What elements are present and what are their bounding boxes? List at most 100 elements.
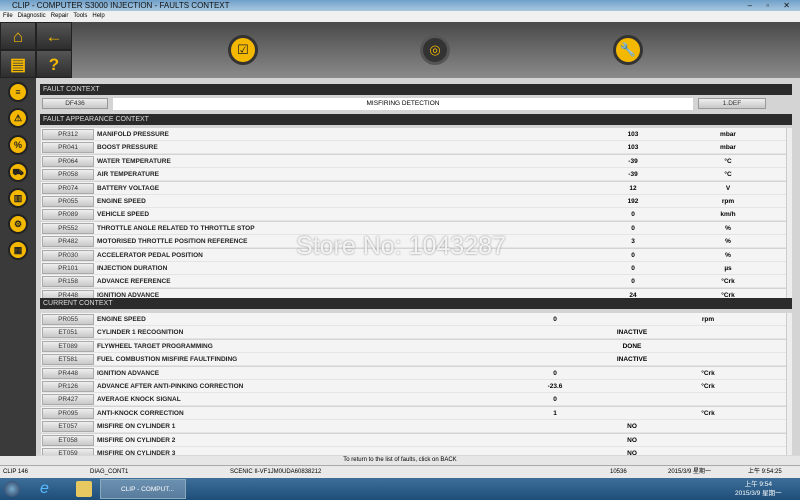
parameter-state: INACTIVE [616,329,648,337]
vehicle-icon[interactable]: ⛟ [8,162,28,182]
parameter-code-button[interactable]: ET057 [42,421,94,433]
parameter-state: NO [627,423,637,431]
window-controls[interactable]: – ▫ ✕ [748,0,796,11]
parameter-code-button[interactable]: ET058 [42,434,94,446]
parameter-code-button[interactable]: PR448 [42,289,94,298]
parameter-unit: °C [724,171,732,179]
diagnostic-icon[interactable]: ◎ [420,35,450,65]
tools-icon[interactable]: ⚙ [8,214,28,234]
clock-date: 2015/3/9 星期一 [735,490,782,497]
checklist-icon[interactable]: ☑ [228,35,258,65]
table-row: PR089 VEHICLE SPEED 0 km/h [41,208,786,222]
parameter-value: 0 [631,211,635,219]
menu-diagnostic[interactable]: Diagnostic [18,13,46,19]
parameter-code-button[interactable]: PR101 [42,263,94,274]
parameter-code-button[interactable]: PR552 [42,222,94,234]
clock[interactable]: 上午 9:54 2015/3/9 星期一 [735,480,782,498]
watermark: Store No: 1043287 [296,232,506,260]
sidebar: ⌂ ← ▤ ? ≡ ⚠ % ⛟ ▥ ⚙ ▦ [0,22,72,465]
current-scrollbar[interactable] [786,313,792,455]
back-button[interactable]: ← [36,22,72,50]
parameter-value: -39 [628,171,638,179]
parameter-unit: °Crk [721,291,735,298]
parameter-code-button[interactable]: PR030 [42,249,94,261]
parameter-code-button[interactable]: PR482 [42,236,94,248]
current-context-header: CURRENT CONTEXT [40,298,792,309]
barcode-icon[interactable]: ▦ [8,240,28,260]
table-row: PR126 ADVANCE AFTER ANTI-PINKING CORRECTI… [41,380,786,393]
toolbar: ☑ ◎ 🔧 [72,22,800,78]
table-row: ET057 MISFIRE ON CYLINDER 1 NO [41,420,786,434]
appearance-scrollbar[interactable] [786,128,792,298]
parameter-value: 3 [631,238,635,246]
parameter-unit: °C [724,157,732,165]
parameter-code-button[interactable]: ET089 [42,340,94,352]
parameter-value: 0 [631,265,635,272]
help-button[interactable]: ? [36,50,72,78]
manual-icon[interactable]: ▥ [8,188,28,208]
table-row: PR041 BOOST PRESSURE 103 mbar [41,141,786,155]
fault-status-button[interactable]: 1.DEF [698,98,766,109]
parameter-unit: km/h [720,211,736,219]
fault-description: MISFIRING DETECTION [113,98,693,110]
parameter-code-button[interactable]: PR095 [42,407,94,419]
document-icon[interactable]: ≡ [8,82,28,102]
parameter-unit: rpm [701,316,715,323]
parameter-value: 0 [631,224,635,232]
status-bar: CLIP 146 DIAG_CONT1 SCENIC II-VF1JM0UDA6… [0,465,800,478]
parameter-unit: µs [724,265,732,272]
parameter-unit: rpm [721,198,735,205]
parameter-value: 24 [629,291,637,298]
parameter-name: CYLINDER 1 RECOGNITION [97,329,184,337]
parameter-code-button[interactable]: PR427 [42,394,94,406]
parameter-code-button[interactable]: PR126 [42,381,94,392]
parameter-code-button[interactable]: PR074 [42,182,94,194]
parameter-code-button[interactable]: PR055 [42,314,94,325]
parameter-code-button[interactable]: PR158 [42,276,94,288]
appearance-list: PR312 MANIFOLD PRESSURE 103 mbar PR041 BOOST … [36,128,800,298]
parameter-code-button[interactable]: PR055 [42,196,94,207]
parameter-name: INJECTION DURATION [97,265,168,272]
parameter-name: MISFIRE ON CYLINDER 3 [97,450,176,455]
parameter-name: MOTORISED THROTTLE POSITION REFERENCE [97,238,248,246]
start-button[interactable] [4,481,20,497]
table-row: PR448 IGNITION ADVANCE 24 °Crk [41,288,786,298]
print-button[interactable]: ▤ [0,50,36,78]
warning-icon[interactable]: ⚠ [8,108,28,128]
home-button[interactable]: ⌂ [0,22,36,50]
parameter-code-button[interactable]: PR064 [42,155,94,167]
menu-repair[interactable]: Repair [51,13,69,19]
parameter-code-button[interactable]: ET059 [42,448,94,455]
main-panel: FAULT CONTEXT DF436 MISFIRING DETECTION … [36,78,800,455]
parameter-code-button[interactable]: ET051 [42,327,94,339]
parameter-name: ADVANCE REFERENCE [97,278,171,286]
current-list: PR055 ENGINE SPEED 0 rpm ET051 CYLINDER 1 REC… [36,313,800,455]
menu-help[interactable]: Help [92,13,104,19]
menu-bar: File Diagnostic Repair Tools Help [0,11,800,22]
parameter-code-button[interactable]: PR448 [42,367,94,379]
percent-icon[interactable]: % [8,135,28,155]
ie-icon[interactable]: e [40,481,56,497]
parameter-code-button[interactable]: ET581 [42,354,94,366]
parameter-name: WATER TEMPERATURE [97,157,171,165]
parameter-code-button[interactable]: PR089 [42,209,94,221]
parameter-value: 0 [631,278,635,286]
fault-appearance-header: FAULT APPEARANCE CONTEXT [40,114,792,125]
parameter-name: ADVANCE AFTER ANTI-PINKING CORRECTION [97,383,244,390]
parameter-code-button[interactable]: PR058 [42,169,94,181]
taskbar-app-clip[interactable]: CLIP - COMPUT... [100,479,186,499]
parameter-value: 103 [627,144,639,152]
folder-icon[interactable] [76,481,92,497]
wrench-icon[interactable]: 🔧 [613,35,643,65]
parameter-code-button[interactable]: PR312 [42,129,94,140]
menu-file[interactable]: File [3,13,13,19]
table-row: PR055 ENGINE SPEED 0 rpm [41,313,786,326]
fault-code-button[interactable]: DF436 [42,98,108,109]
parameter-state: NO [627,436,637,444]
parameter-name: BATTERY VOLTAGE [97,184,160,192]
table-row: PR101 INJECTION DURATION 0 µs [41,262,786,275]
menu-tools[interactable]: Tools [73,13,87,19]
parameter-code-button[interactable]: PR041 [42,142,94,154]
parameter-name: AVERAGE KNOCK SIGNAL [97,396,181,404]
table-row: PR064 WATER TEMPERATURE -39 °C [41,154,786,168]
